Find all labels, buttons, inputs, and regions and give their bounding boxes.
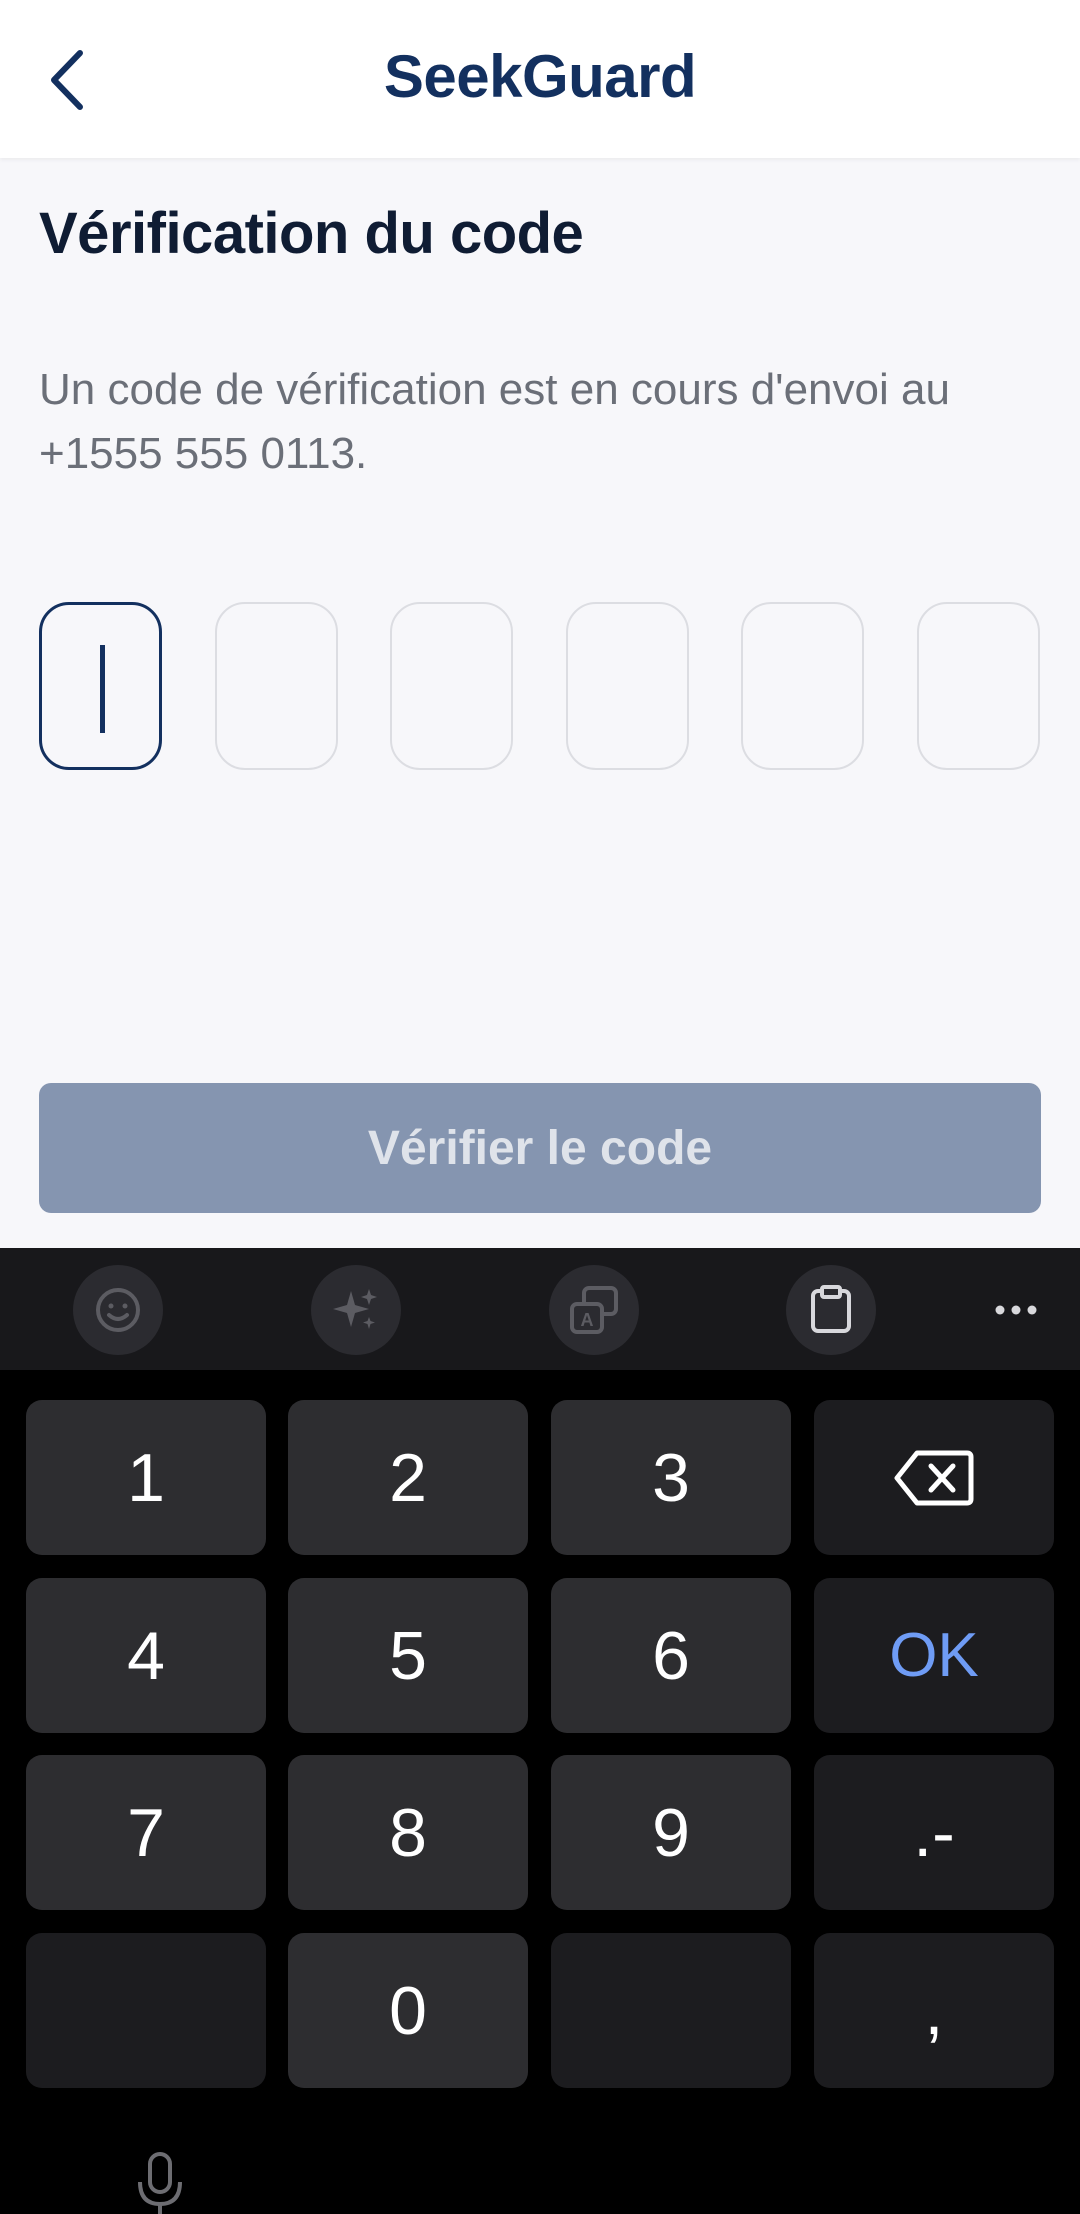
app-header: SeekGuard <box>0 0 1080 158</box>
comma-key[interactable]: , <box>814 1933 1054 2088</box>
key-1[interactable]: 1 <box>26 1400 266 1555</box>
key-0[interactable]: 0 <box>288 1933 528 2088</box>
sparkle-icon <box>333 1289 377 1329</box>
emoji-button[interactable] <box>73 1265 163 1355</box>
empty-key-left <box>26 1933 266 2088</box>
key-7[interactable]: 7 <box>26 1755 266 1910</box>
more-icon <box>995 1305 1037 1315</box>
clipboard-icon <box>811 1285 851 1333</box>
clipboard-button[interactable] <box>786 1265 876 1355</box>
voice-input-button[interactable] <box>130 2150 190 2214</box>
more-options-button[interactable] <box>976 1265 1056 1355</box>
translate-icon: A <box>570 1286 618 1334</box>
dot-dash-key[interactable]: .- <box>814 1755 1054 1910</box>
code-digit-2[interactable] <box>215 602 338 770</box>
text-cursor <box>100 645 105 733</box>
key-4[interactable]: 4 <box>26 1578 266 1733</box>
numeric-keyboard: A 1 2 3 4 5 6 OK 7 8 9 .- 0 , <box>0 1248 1080 2214</box>
app-title: SeekGuard <box>383 43 697 110</box>
ai-writing-button[interactable] <box>311 1265 401 1355</box>
key-6[interactable]: 6 <box>551 1578 791 1733</box>
key-9[interactable]: 9 <box>551 1755 791 1910</box>
code-digit-4[interactable] <box>566 602 689 770</box>
ok-key[interactable]: OK <box>814 1578 1054 1733</box>
verification-description: Un code de vérification est en cours d'e… <box>39 365 950 478</box>
page-title: Vérification du code <box>39 201 584 266</box>
key-3[interactable]: 3 <box>551 1400 791 1555</box>
key-5[interactable]: 5 <box>288 1578 528 1733</box>
keyboard-toolbar: A <box>0 1248 1080 1370</box>
code-digit-3[interactable] <box>390 602 513 770</box>
verify-code-button[interactable]: Vérifier le code <box>39 1083 1041 1213</box>
code-input-group <box>39 602 1040 770</box>
backspace-icon <box>894 1450 974 1505</box>
backspace-key[interactable] <box>814 1400 1054 1555</box>
code-digit-1[interactable] <box>39 602 162 770</box>
key-8[interactable]: 8 <box>288 1755 528 1910</box>
microphone-icon <box>138 2152 182 2214</box>
code-digit-5[interactable] <box>741 602 864 770</box>
translate-button[interactable]: A <box>549 1265 639 1355</box>
code-digit-6[interactable] <box>917 602 1040 770</box>
emoji-icon <box>96 1288 140 1332</box>
key-2[interactable]: 2 <box>288 1400 528 1555</box>
svg-text:A: A <box>581 1310 594 1330</box>
empty-key-right <box>551 1933 791 2088</box>
